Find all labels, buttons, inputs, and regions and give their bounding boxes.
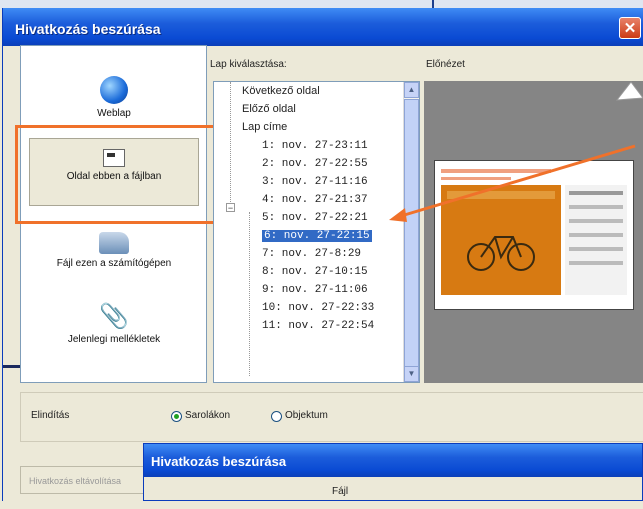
tree-item[interactable]: Következő oldal (242, 82, 320, 100)
annotation-highlight-box (15, 125, 217, 224)
globe-icon (100, 76, 128, 104)
close-button[interactable]: ✕ (619, 17, 641, 39)
overlay-file-label: Fájl (332, 486, 349, 497)
tree-item[interactable]: 4: nov. 27-21:37 (262, 191, 368, 209)
close-icon: ✕ (623, 20, 637, 37)
nav-item-label: Fájl ezen a számítógépen (56, 258, 172, 269)
tree-connector (230, 82, 231, 212)
slide-preview-graphic (441, 169, 627, 295)
tree-item[interactable]: 11: nov. 27-22:54 (262, 317, 374, 335)
tree-item[interactable]: 7: nov. 27-8:29 (262, 245, 361, 263)
overlay-title: Hivatkozás beszúrása (151, 454, 287, 469)
insert-link-dialog-overlay: Hivatkozás beszúrása Fájl (143, 443, 643, 501)
insert-link-dialog: Hivatkozás beszúrása ✕ Weblap Oldal ebbe… (2, 8, 643, 501)
tree-connector (249, 212, 250, 376)
radio-sarolakon[interactable] (171, 411, 182, 422)
window-title: Hivatkozás beszúrása (15, 21, 161, 37)
collapse-icon[interactable]: − (226, 203, 235, 213)
tree-item[interactable]: 1: nov. 27-23:11 (262, 137, 368, 155)
tree-scrollbar[interactable]: ▲ ▼ (403, 82, 419, 382)
tree-header: Lap kiválasztása: (210, 59, 287, 70)
background-divider (3, 365, 20, 368)
tree-item[interactable]: Előző oldal (242, 100, 296, 118)
page-tree[interactable]: − Következő oldal Előző oldal Lap címe 1… (213, 81, 420, 383)
nav-item-weblap[interactable]: Weblap (29, 76, 199, 119)
preview-pane (424, 81, 643, 383)
scroll-up-icon[interactable]: ▲ (404, 82, 419, 98)
nav-item-fajl[interactable]: Fájl ezen a számítógépen (29, 232, 199, 269)
radio-objektum-label[interactable]: Objektum (285, 410, 328, 421)
remove-link-button[interactable]: Hivatkozás eltávolítása (20, 466, 148, 494)
scroll-thumb[interactable] (404, 99, 419, 367)
tree-item[interactable]: 2: nov. 27-22:55 (262, 155, 368, 173)
nav-item-label: Weblap (97, 108, 131, 119)
nav-item-mellekletek[interactable]: 📎 Jelenlegi mellékletek (29, 303, 199, 346)
start-options-group: Elindítás Sarolákon Objektum (20, 392, 643, 442)
tree-item[interactable]: 10: nov. 27-22:33 (262, 299, 374, 317)
title-bar: Hivatkozás beszúrása ✕ (3, 8, 643, 46)
preview-thumbnail (434, 160, 634, 310)
radio-objektum[interactable] (271, 411, 282, 422)
start-label: Elindítás (31, 410, 70, 421)
overlay-title-bar: Hivatkozás beszúrása (144, 444, 642, 477)
scroll-down-icon[interactable]: ▼ (404, 366, 419, 382)
nav-item-label: Jelenlegi mellékletek (67, 334, 161, 345)
radio-sarolakon-label[interactable]: Sarolákon (185, 410, 230, 421)
tree-item-selected[interactable]: 6: nov. 27-22:15 (262, 227, 372, 245)
tree-item[interactable]: 9: nov. 27-11:06 (262, 281, 368, 299)
tree-item[interactable]: 3: nov. 27-11:16 (262, 173, 368, 191)
tree-item[interactable]: 8: nov. 27-10:15 (262, 263, 368, 281)
preview-header: Előnézet (426, 59, 465, 70)
tree-item[interactable]: 5: nov. 27-22:21 (262, 209, 368, 227)
paperclip-icon: 📎 (99, 303, 129, 330)
tree-item[interactable]: Lap címe (242, 118, 287, 136)
folder-icon (99, 232, 129, 254)
